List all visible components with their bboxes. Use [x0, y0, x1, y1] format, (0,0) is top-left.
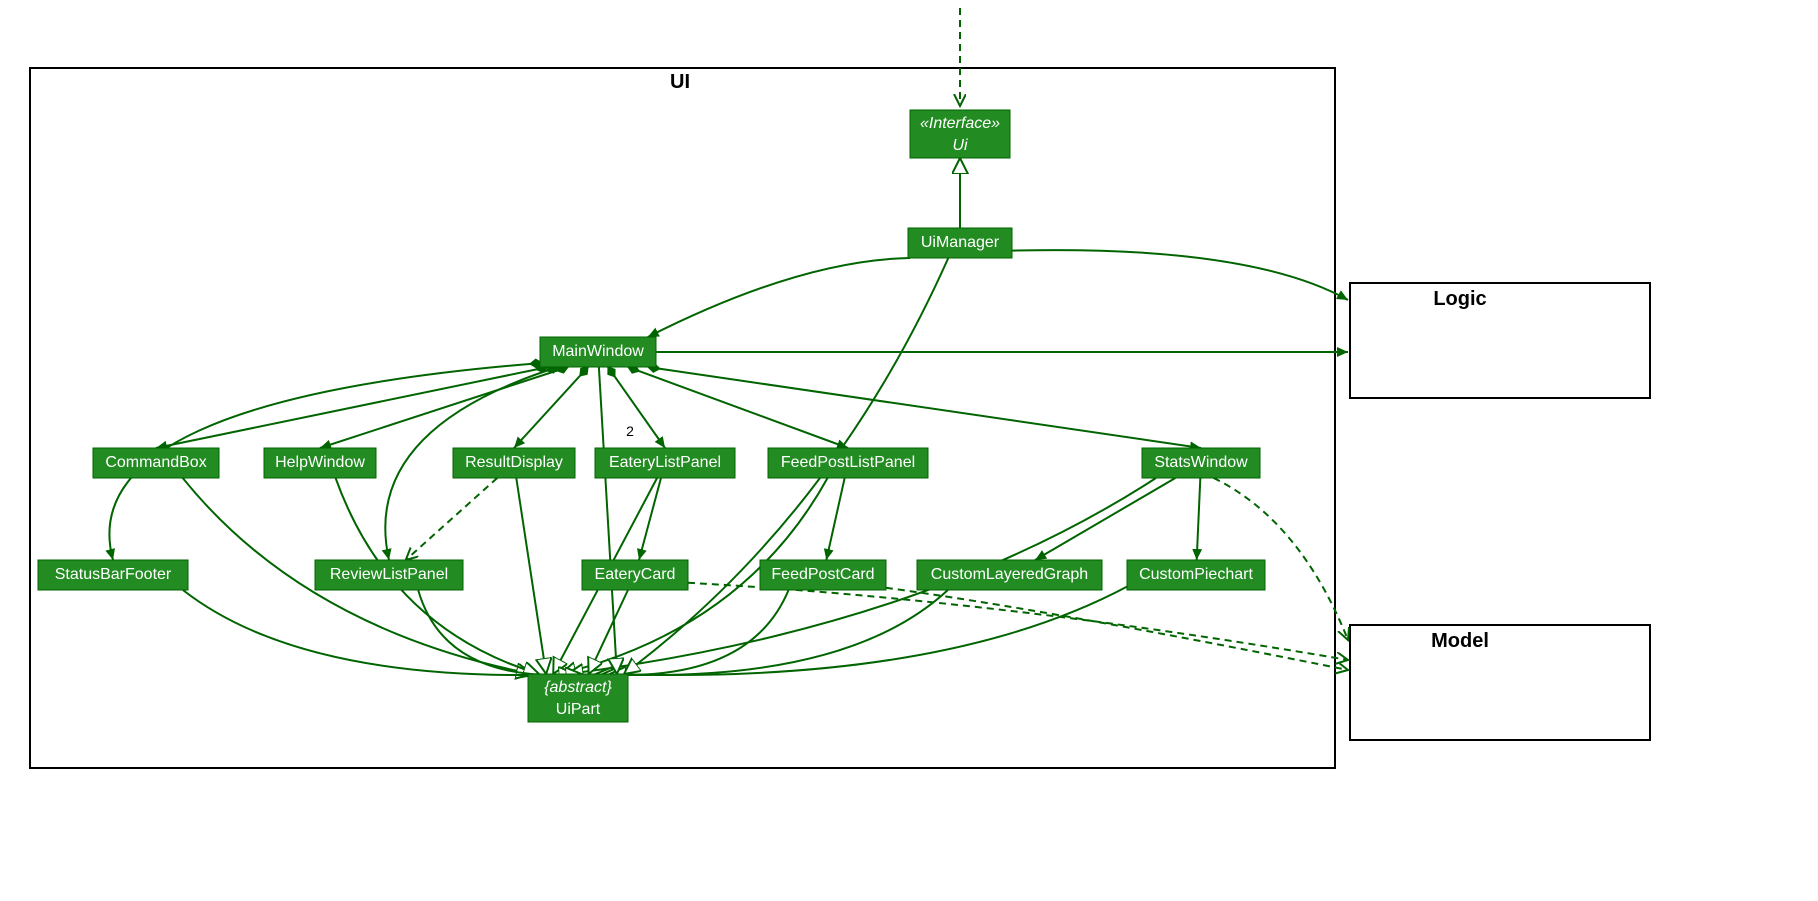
class-eateryListPanel-name: EateryListPanel [609, 454, 721, 471]
mult-eaterylistpanel: 2 [626, 423, 634, 439]
comp-mainwindow-statsWindow [648, 367, 1201, 448]
class-customLayeredGraph: CustomLayeredGraph [917, 560, 1102, 590]
dep-feedpostcard-model [886, 588, 1348, 670]
assoc-stats-clg [1035, 478, 1175, 560]
class-feedPostCard: FeedPostCard [760, 560, 886, 590]
gen-reviewListPanel-uipart [418, 590, 581, 675]
class-uiPart-name: UiPart [556, 701, 601, 718]
gen-resultDisplay-uipart [516, 478, 546, 674]
dep-statswindow-model [1214, 478, 1348, 640]
class-uiManager-name: UiManager [921, 234, 1000, 251]
class-commandBox-name: CommandBox [105, 454, 206, 471]
class-customPiechart: CustomPiechart [1127, 560, 1265, 590]
class-reviewListPanel-name: ReviewListPanel [330, 566, 448, 583]
class-uiInterface-stereotype: «Interface» [920, 115, 1000, 132]
class-resultDisplay: ResultDisplay [453, 448, 575, 478]
package-model: Model [1350, 625, 1650, 740]
class-uiInterface: «Interface» Ui [910, 110, 1010, 158]
package-logic-label: Logic [1433, 288, 1486, 310]
class-statusBarFooter-name: StatusBarFooter [55, 566, 172, 583]
class-resultDisplay-name: ResultDisplay [465, 454, 563, 471]
gen-feedPostCard-uipart [596, 590, 789, 675]
assoc-stats-cpc [1197, 478, 1201, 560]
class-uiManager: UiManager [908, 228, 1012, 258]
gen-mainWindow-uipart [599, 367, 617, 674]
class-mainWindow-name: MainWindow [552, 343, 644, 360]
class-statsWindow: StatsWindow [1142, 448, 1260, 478]
package-ui: UI [30, 68, 1335, 768]
gen-customPiechart-uipart [610, 587, 1127, 675]
class-feedPostListPanel-name: FeedPostListPanel [781, 454, 915, 471]
comp-mainwindow-helpWindow [320, 367, 568, 448]
class-reviewListPanel: ReviewListPanel [315, 560, 463, 590]
class-statusBarFooter: StatusBarFooter [38, 560, 188, 590]
class-helpWindow-name: HelpWindow [275, 454, 365, 471]
class-mainWindow: MainWindow [540, 337, 656, 367]
package-model-label: Model [1431, 630, 1489, 652]
class-statsWindow-name: StatsWindow [1154, 454, 1248, 471]
class-feedPostListPanel: FeedPostListPanel [768, 448, 928, 478]
assoc-uimanager-mainwindow [648, 258, 910, 337]
comp-mainwindow-commandBox [156, 367, 548, 448]
gen-customLayeredGraph-uipart [603, 590, 948, 675]
class-uiInterface-name: Ui [952, 137, 968, 154]
class-eateryCard-name: EateryCard [595, 566, 676, 583]
class-eateryListPanel: EateryListPanel [595, 448, 735, 478]
class-feedPostCard-name: FeedPostCard [771, 566, 874, 583]
class-eateryCard: EateryCard [582, 560, 688, 590]
dep-resultdisplay-reviewlistpanel [406, 478, 498, 560]
assoc-fplp-feedpostcard [826, 478, 844, 560]
gen-statusBarFooter-uipart [183, 590, 575, 675]
class-commandBox: CommandBox [93, 448, 219, 478]
comp-mainwindow-eateryListPanel [608, 367, 665, 448]
class-uiPart: {abstract} UiPart [528, 674, 628, 722]
class-customLayeredGraph-name: CustomLayeredGraph [931, 566, 1088, 583]
package-logic: Logic [1350, 283, 1650, 398]
class-customPiechart-name: CustomPiechart [1139, 566, 1253, 583]
comp-mainwindow-feedPostListPanel [628, 367, 848, 448]
class-helpWindow: HelpWindow [264, 448, 376, 478]
package-ui-label: UI [670, 71, 690, 93]
assoc-uimanager-logic [1012, 250, 1348, 300]
class-uiPart-stereotype: {abstract} [544, 679, 612, 696]
gen-eateryCard-uipart [589, 590, 628, 674]
